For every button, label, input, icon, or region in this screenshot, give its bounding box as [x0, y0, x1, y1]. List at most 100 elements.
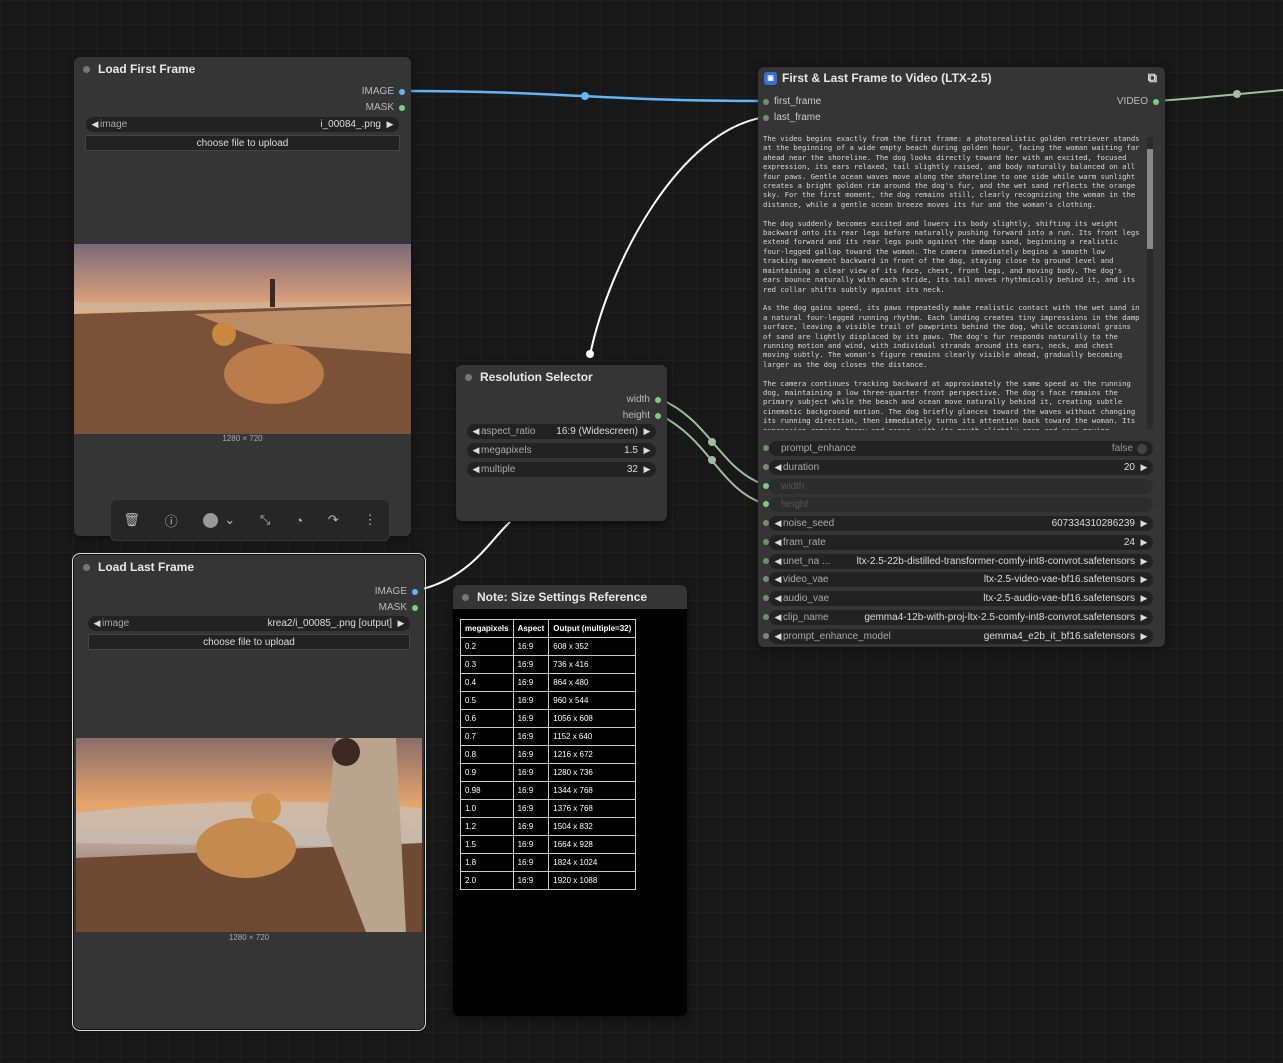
arrow-right-icon[interactable]: ▶ [642, 445, 652, 456]
load-last-frame-node[interactable]: Load Last Frame IMAGE MASK ◀ image krea2… [72, 553, 426, 1031]
input-slot-icon[interactable] [763, 98, 769, 105]
widget-fram-rate[interactable]: ◀ fram_rate 24 ▶ [769, 535, 1153, 550]
color-icon[interactable] [202, 512, 218, 528]
widget-audio-vae[interactable]: ◀ audio_vae ltx-2.5-audio-vae-bf16.safeten… [769, 591, 1153, 606]
output-slot-icon[interactable] [655, 412, 661, 419]
expand-icon[interactable]: ⧉ [1148, 70, 1157, 86]
output-height[interactable]: height [623, 410, 661, 421]
output-slot-icon[interactable] [399, 88, 405, 95]
widget-label: multiple [481, 464, 516, 475]
input-last-frame[interactable]: last_frame [763, 112, 821, 123]
node-title-bar[interactable]: Resolution Selector [456, 365, 667, 389]
more-icon[interactable]: ⋮ [364, 512, 377, 528]
table-row: 0.5 16:9 960 x 544 [460, 691, 637, 710]
image-combo[interactable]: ◀ image krea2/i_00085_.png [output] ▶ [88, 616, 410, 631]
arrow-left-icon[interactable]: ◀ [471, 426, 481, 437]
link-midpoint [581, 92, 589, 100]
arrow-left-icon[interactable]: ◀ [773, 462, 783, 473]
output-image[interactable]: IMAGE [362, 86, 405, 97]
widget-unet-na[interactable]: ◀ unet_na ... ltx-2.5-22b-distilled-transf… [769, 554, 1153, 569]
output-video[interactable]: VIDEO [1117, 96, 1159, 107]
arrow-right-icon[interactable]: ▶ [642, 426, 652, 437]
arrow-left-icon[interactable]: ◀ [773, 612, 783, 623]
node-title-bar[interactable]: Load First Frame [74, 57, 411, 81]
toggle-icon[interactable] [1137, 443, 1147, 454]
image-combo[interactable]: ◀ image i_00084_.png ▶ [86, 117, 399, 132]
selection-toolbar: 🗑 ⓘ ⌄ ⤡ ◔ ↷ ⋮ [110, 499, 390, 541]
table-cell: 16:9 [512, 781, 550, 800]
output-image[interactable]: IMAGE [375, 586, 418, 597]
widget-height[interactable]: height [769, 497, 1153, 512]
info-icon[interactable]: ⓘ [165, 511, 178, 530]
table-row: 1.8 16:9 1824 x 1024 [460, 853, 637, 872]
node-title-bar[interactable]: ▣ First & Last Frame to Video (LTX-2.5) … [758, 67, 1165, 89]
node-title-bar[interactable]: Note: Size Settings Reference [453, 585, 687, 609]
table-cell: 1.8 [460, 853, 514, 872]
widget-label: fram_rate [783, 537, 826, 548]
collapse-icon[interactable]: ⤡ [260, 512, 270, 528]
node-title-bar[interactable]: Load Last Frame [74, 555, 424, 579]
input-first-frame[interactable]: first_frame [763, 96, 821, 107]
arrow-left-icon[interactable]: ◀ [773, 593, 783, 604]
resolution-selector-node[interactable]: Resolution Selector width height ◀ aspect… [456, 365, 667, 521]
note-node[interactable]: Note: Size Settings Reference megapixels… [453, 585, 687, 1016]
arrow-left-icon[interactable]: ◀ [471, 464, 481, 475]
output-slot-icon[interactable] [412, 604, 418, 611]
upload-button[interactable]: choose file to upload [85, 135, 400, 151]
last-frame-preview [76, 738, 422, 932]
arrow-right-icon[interactable]: ▶ [1139, 593, 1149, 604]
load-first-frame-node[interactable]: Load First Frame IMAGE MASK ◀ image i_00… [74, 57, 411, 536]
arrow-right-icon[interactable]: ▶ [396, 618, 406, 629]
widget-video-vae[interactable]: ◀ video_vae ltx-2.5-video-vae-bf16.safeten… [769, 572, 1153, 587]
arrow-left-icon[interactable]: ◀ [90, 119, 100, 130]
multiple-number[interactable]: ◀ multiple 32 ▶ [467, 462, 656, 477]
collapse-dot-icon[interactable] [83, 65, 90, 73]
widget-width[interactable]: width [769, 479, 1153, 494]
arrow-right-icon[interactable]: ▶ [1139, 574, 1149, 585]
arrow-left-icon[interactable]: ◀ [773, 537, 783, 548]
chevron-down-icon[interactable]: ⌄ [224, 512, 235, 528]
scrollbar-thumb[interactable] [1147, 149, 1153, 249]
arrow-right-icon[interactable]: ▶ [1139, 518, 1149, 529]
output-slot-icon[interactable] [399, 104, 405, 111]
arrow-left-icon[interactable]: ◀ [773, 574, 783, 585]
arrow-right-icon[interactable]: ▶ [1139, 537, 1149, 548]
output-mask[interactable]: MASK [379, 602, 418, 613]
widget-duration[interactable]: ◀ duration 20 ▶ [769, 460, 1153, 475]
widget-clip-name[interactable]: ◀ clip_name gemma4-12b-with-proj-ltx-2.5-c… [769, 610, 1153, 625]
arrow-right-icon[interactable]: ▶ [385, 119, 395, 130]
output-width[interactable]: width [627, 394, 661, 405]
arrow-left-icon[interactable]: ◀ [773, 556, 783, 567]
aspect-ratio-combo[interactable]: ◀ aspect_ratio 16:9 (Widescreen) ▶ [467, 424, 656, 439]
arrow-left-icon[interactable]: ◀ [773, 631, 783, 642]
arrow-right-icon[interactable]: ▶ [1139, 462, 1149, 473]
output-slot-icon[interactable] [412, 588, 418, 595]
redo-icon[interactable]: ↷ [328, 512, 339, 528]
collapse-dot-icon[interactable] [83, 563, 90, 571]
output-slot-icon[interactable] [1153, 98, 1159, 105]
widget-prompt-enhance-model[interactable]: ◀ prompt_enhance_model gemma4_e2b_it_bf16.… [769, 629, 1153, 644]
arrow-right-icon[interactable]: ▶ [642, 464, 652, 475]
output-mask[interactable]: MASK [366, 102, 405, 113]
link-midpoint [708, 456, 716, 464]
arrow-left-icon[interactable]: ◀ [92, 618, 102, 629]
input-slot-icon[interactable] [763, 114, 769, 121]
widget-prompt-enhance[interactable]: prompt_enhance false [769, 441, 1153, 456]
arrow-left-icon[interactable]: ◀ [773, 518, 783, 529]
arrow-right-icon[interactable]: ▶ [1139, 612, 1149, 623]
prompt-scrollbar[interactable] [1147, 137, 1153, 429]
arrow-right-icon[interactable]: ▶ [1139, 631, 1149, 642]
output-slot-icon[interactable] [655, 396, 661, 403]
bypass-icon[interactable]: ◔ [295, 513, 303, 528]
trash-icon[interactable]: 🗑 [123, 512, 140, 528]
widget-noise-seed[interactable]: ◀ noise_seed 607334310286239 ▶ [769, 516, 1153, 531]
megapixels-number[interactable]: ◀ megapixels 1.5 ▶ [467, 443, 656, 458]
collapse-dot-icon[interactable] [465, 373, 472, 381]
upload-button[interactable]: choose file to upload [88, 634, 410, 650]
link-image-last [413, 521, 511, 592]
table-cell: 16:9 [512, 691, 550, 710]
arrow-right-icon[interactable]: ▶ [1139, 556, 1149, 567]
prompt-textarea[interactable]: The video begins exactly from the first … [763, 134, 1143, 430]
arrow-left-icon[interactable]: ◀ [471, 445, 481, 456]
collapse-dot-icon[interactable] [462, 593, 469, 601]
